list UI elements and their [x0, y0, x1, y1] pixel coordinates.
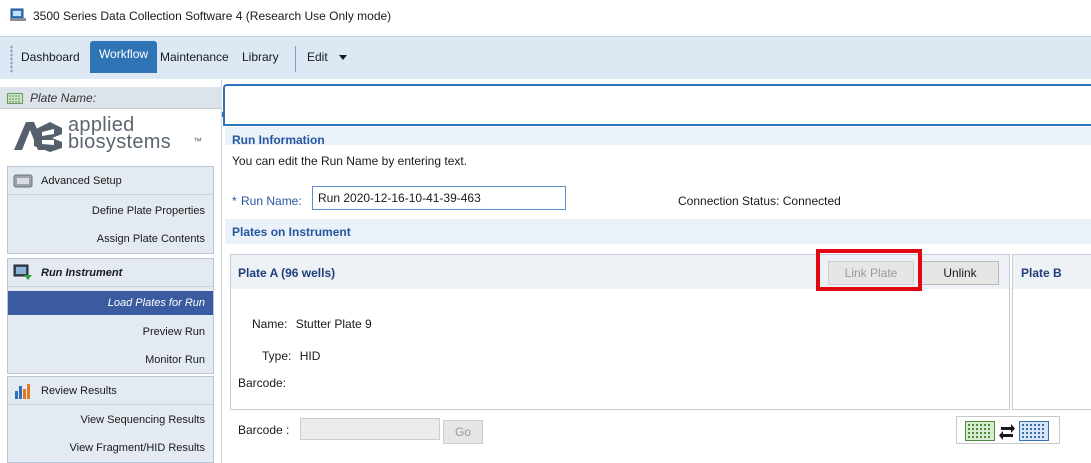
connection-status-label: Connection Status: — [678, 194, 780, 208]
tab-workflow-label: Workflow — [98, 47, 149, 61]
plate-a-name-row: Name: Stutter Plate 9 — [252, 317, 372, 331]
window-title: 3500 Series Data Collection Software 4 (… — [33, 9, 392, 23]
plate-a-barcode-label: Barcode: — [238, 376, 287, 390]
plate-grid-icon — [1019, 421, 1049, 441]
plate-a-name-value: Stutter Plate 9 — [295, 317, 372, 331]
plate-b-title: Plate B — [1021, 266, 1062, 280]
plate-a-name-label: Name: — [252, 317, 288, 331]
nav-load-plates-for-run[interactable]: Load Plates for Run — [8, 291, 213, 315]
plate-a-panel: Plate A (96 wells) Link Plate Unlink Nam… — [230, 249, 1010, 410]
plate-grid-icon — [7, 93, 23, 104]
main-header-bar — [223, 84, 1091, 126]
plate-a-barcode-row: Barcode: — [238, 376, 286, 390]
run-information-description: You can edit the Run Name by entering te… — [232, 154, 468, 168]
section-review-results-label: Review Results — [41, 385, 117, 397]
run-name-input[interactable] — [312, 186, 566, 210]
plate-a-type-row: Type: HID — [262, 349, 320, 363]
run-information-section: Run Information You can edit the Run Nam… — [225, 127, 1091, 182]
plate-grid-icon — [965, 421, 995, 441]
run-instrument-icon — [13, 264, 32, 280]
logo-text-line2: biosystems — [68, 131, 172, 153]
section-advanced-setup-label: Advanced Setup — [41, 175, 122, 187]
bar-chart-icon — [15, 384, 30, 399]
section-run-instrument[interactable]: Run Instrument — [7, 258, 214, 286]
app-icon — [10, 8, 26, 21]
menu-bar: Dashboard Workflow Maintenance Library E… — [0, 36, 1091, 117]
section-advanced-setup[interactable]: Advanced Setup — [7, 166, 214, 194]
plates-on-instrument-title: Plates on Instrument — [232, 225, 351, 239]
tab-library[interactable]: Library — [242, 50, 279, 64]
go-button[interactable]: Go — [443, 420, 483, 444]
link-plate-button[interactable]: Link Plate — [828, 261, 914, 285]
section-run-instrument-label: Run Instrument — [41, 267, 123, 279]
nav-view-sequencing-results[interactable]: View Sequencing Results — [80, 414, 205, 426]
main-content: Run Information You can edit the Run Nam… — [223, 80, 1091, 463]
barcode-input[interactable] — [300, 418, 440, 440]
logo-trademark: ™ — [193, 136, 202, 146]
navigation-panel: Plate Name: applied biosystems ™ Advance… — [0, 80, 222, 463]
barcode-label: Barcode : — [238, 423, 290, 437]
nav-preview-run[interactable]: Preview Run — [143, 326, 205, 338]
plate-name-bar: Plate Name: — [0, 87, 222, 109]
plate-a-title: Plate A (96 wells) — [238, 266, 336, 280]
required-marker: * — [232, 194, 237, 208]
plate-a-header: Plate A (96 wells) Link Plate Unlink — [231, 249, 1009, 291]
unlink-button[interactable]: Unlink — [921, 261, 999, 285]
applied-biosystems-logo: applied biosystems ™ — [12, 114, 212, 158]
plate-a-type-value: HID — [299, 349, 321, 363]
plate-a-type-label: Type: — [262, 349, 292, 363]
title-bar: 3500 Series Data Collection Software 4 (… — [0, 0, 1091, 34]
run-information-title: Run Information — [232, 133, 325, 147]
edit-menu-label: Edit — [307, 50, 328, 64]
nav-view-fragment-hid-results[interactable]: View Fragment/HID Results — [69, 442, 205, 454]
nav-monitor-run[interactable]: Monitor Run — [145, 354, 205, 366]
tab-maintenance[interactable]: Maintenance — [160, 50, 229, 64]
tab-workflow[interactable]: Workflow — [90, 41, 157, 73]
nav-assign-plate-contents[interactable]: Assign Plate Contents — [97, 233, 205, 245]
toolbar-grip[interactable] — [10, 45, 13, 73]
menu-separator — [295, 46, 296, 72]
swap-arrows-icon — [999, 424, 1015, 440]
plate-name-label: Plate Name: — [30, 91, 97, 105]
review-results-items: View Sequencing Results View Fragment/HI… — [7, 404, 214, 463]
plate-b-header: Plate B — [1013, 255, 1091, 289]
edit-menu[interactable]: Edit — [307, 50, 348, 64]
nav-define-plate-properties[interactable]: Define Plate Properties — [92, 205, 205, 217]
plates-on-instrument-section: Plates on Instrument — [225, 219, 1091, 244]
plate-b-panel: Plate B — [1012, 254, 1091, 410]
run-instrument-items: Load Plates for Run Preview Run Monitor … — [7, 286, 214, 374]
connection-status-value: Connected — [782, 194, 841, 208]
advanced-setup-icon — [13, 174, 33, 188]
chevron-down-icon — [339, 54, 348, 60]
advanced-setup-items: Define Plate Properties Assign Plate Con… — [7, 194, 214, 254]
connection-status: Connection Status: Connected — [678, 194, 841, 208]
swap-plates-control[interactable] — [956, 416, 1060, 444]
ab-logo-mark — [14, 122, 62, 152]
tab-dashboard[interactable]: Dashboard — [21, 50, 80, 64]
run-name-label: Run Name: — [241, 194, 302, 208]
run-name-row: * Run Name: Connection Status: Connected — [225, 184, 1091, 218]
section-review-results[interactable]: Review Results — [7, 376, 214, 404]
barcode-entry-row: Barcode : Go — [230, 412, 1091, 452]
